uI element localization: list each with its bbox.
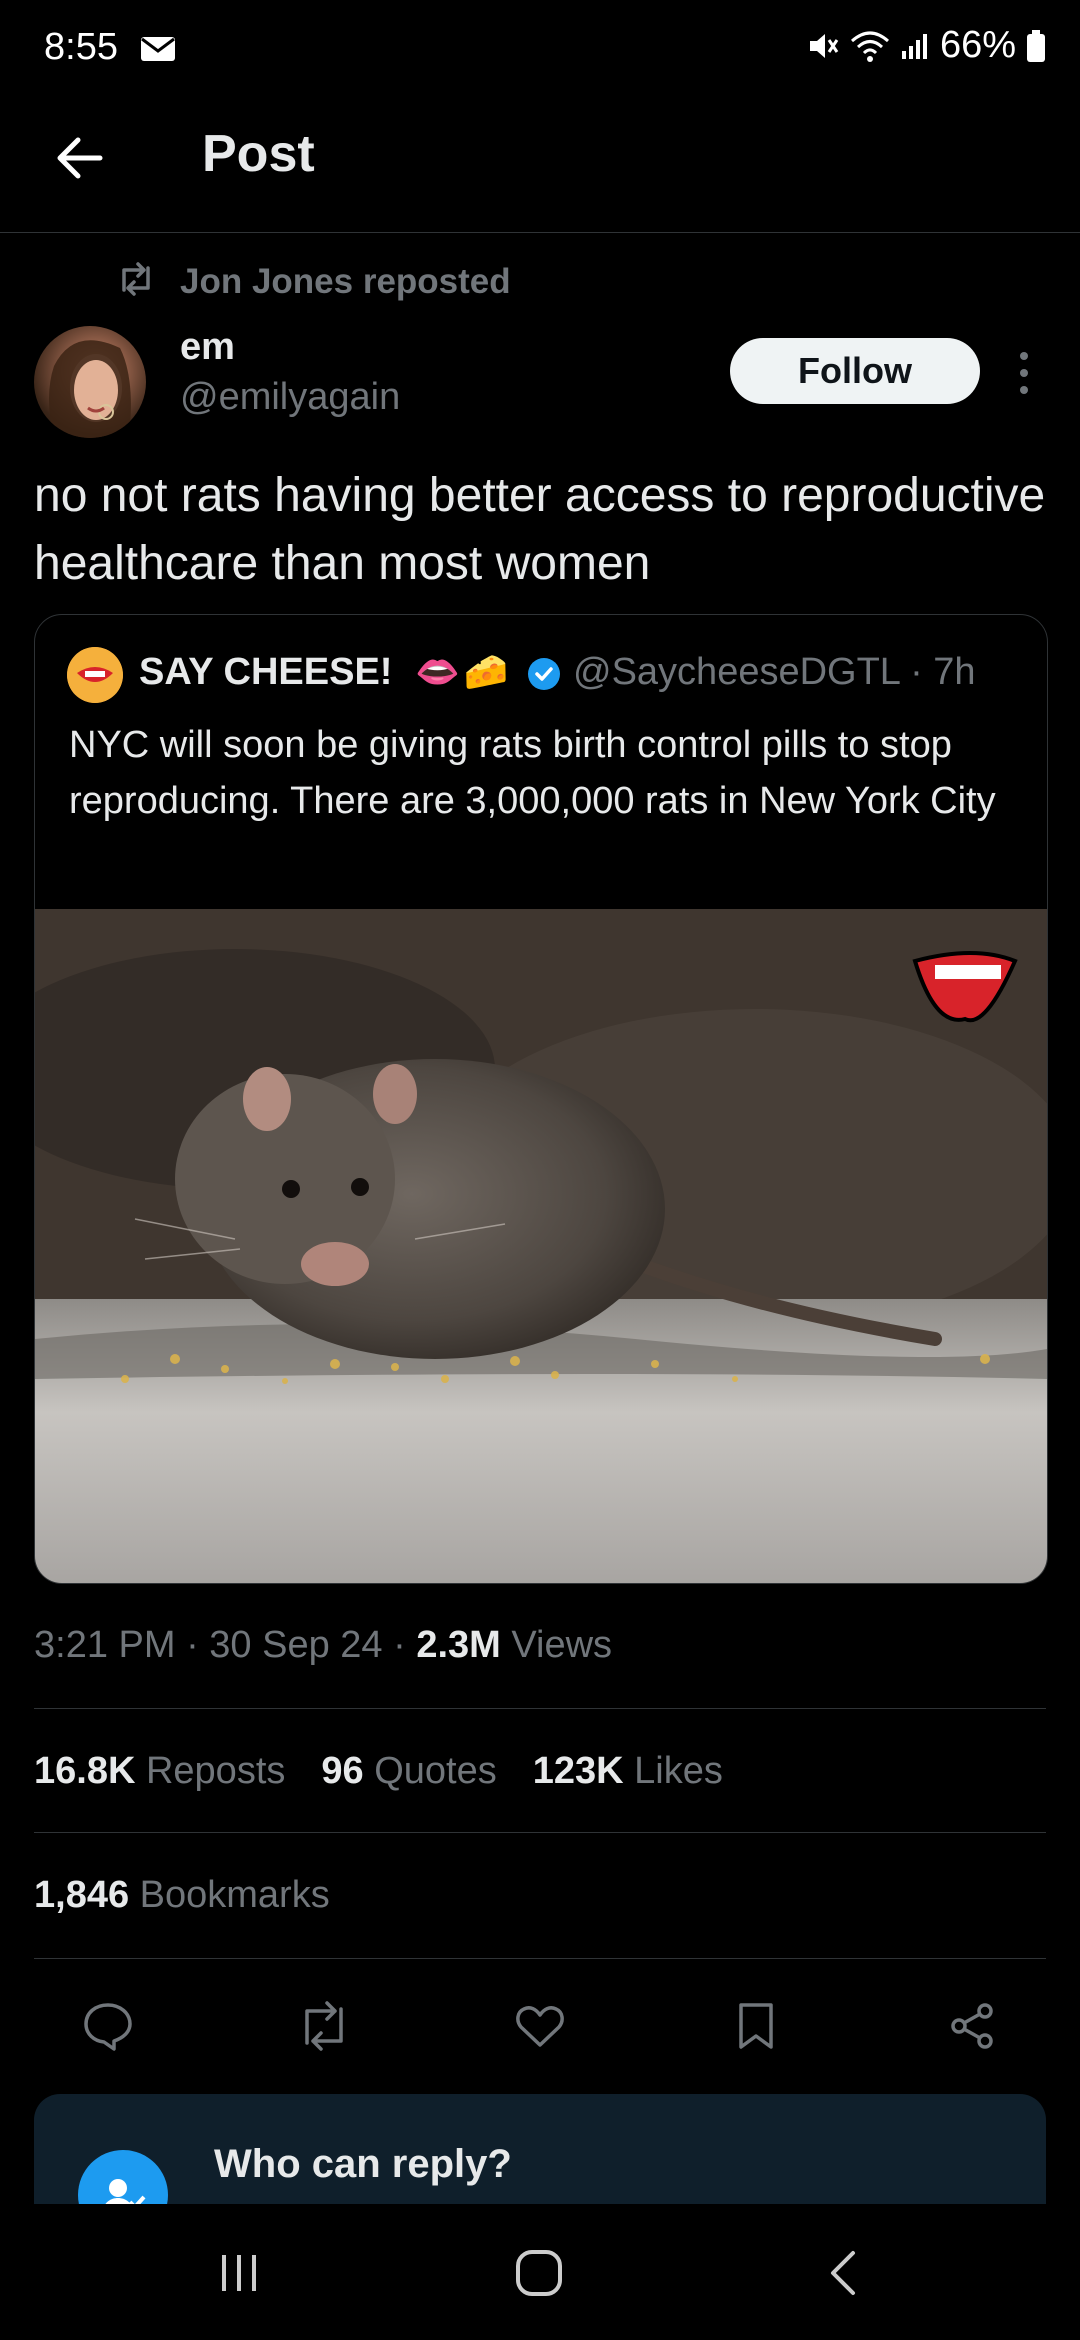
divider bbox=[34, 1708, 1046, 1709]
quoted-handle-time: @SaycheeseDGTL · 7h bbox=[573, 651, 976, 693]
bookmarks-stat[interactable]: 1,846 Bookmarks bbox=[34, 1874, 330, 1917]
bookmark-icon bbox=[739, 2003, 773, 2049]
quoted-post[interactable]: SAY CHEESE! 👄 🧀 @SaycheeseDGTL · 7h NYC … bbox=[34, 614, 1048, 1584]
home-button[interactable] bbox=[494, 2228, 584, 2318]
repost-indicator-icon bbox=[116, 262, 156, 296]
repost-button[interactable] bbox=[292, 1994, 356, 2058]
views-count: 2.3M bbox=[416, 1624, 501, 1666]
likes-label: Likes bbox=[634, 1750, 723, 1792]
quoted-avatar bbox=[67, 647, 123, 703]
home-icon bbox=[516, 2250, 562, 2296]
likes-count: 123K bbox=[532, 1750, 624, 1792]
rat-photo bbox=[35, 909, 1047, 1583]
system-back-button[interactable] bbox=[798, 2228, 888, 2318]
mail-icon bbox=[140, 36, 176, 62]
back-button[interactable] bbox=[50, 128, 110, 188]
divider bbox=[34, 1958, 1046, 1959]
quotes-stat[interactable]: 96 Quotes bbox=[321, 1750, 496, 1793]
action-bar bbox=[34, 1994, 1046, 2064]
recent-apps-icon bbox=[222, 2255, 256, 2291]
post-timestamp: 3:21 PM · 30 Sep 24 · 2.3M Views bbox=[34, 1624, 612, 1667]
author-name[interactable]: em bbox=[180, 326, 235, 369]
battery-icon bbox=[1026, 29, 1046, 63]
share-button[interactable] bbox=[940, 1994, 1004, 2058]
divider bbox=[34, 1832, 1046, 1833]
like-button[interactable] bbox=[508, 1994, 572, 2058]
quotes-label: Quotes bbox=[374, 1750, 497, 1792]
quoted-text: NYC will soon be giving rats birth contr… bbox=[69, 724, 996, 822]
reposts-label: Reposts bbox=[145, 1750, 286, 1792]
recent-apps-button[interactable] bbox=[194, 2228, 284, 2318]
share-icon bbox=[951, 2003, 993, 2049]
lips-emoji-icon: 👄 bbox=[415, 651, 460, 692]
bookmarks-label: Bookmarks bbox=[139, 1874, 330, 1916]
avatar[interactable] bbox=[34, 326, 146, 438]
repost-label[interactable]: Jon Jones reposted bbox=[180, 262, 511, 302]
status-time: 8:55 bbox=[44, 26, 118, 68]
more-options-icon[interactable] bbox=[1012, 350, 1036, 396]
quoted-author-name: SAY CHEESE! bbox=[139, 651, 393, 693]
bookmarks-count: 1,846 bbox=[34, 1874, 130, 1916]
engagement-stats: 16.8K Reposts 96 Quotes 123K Likes bbox=[34, 1750, 723, 1793]
post-time: 3:21 PM · 30 Sep 24 · bbox=[34, 1624, 417, 1666]
quoted-image[interactable] bbox=[35, 909, 1047, 1583]
cheese-emoji-icon: 🧀 bbox=[463, 651, 509, 692]
likes-stat[interactable]: 123K Likes bbox=[533, 1750, 723, 1793]
quoted-author-emojis: 👄 🧀 bbox=[415, 651, 509, 693]
author-handle[interactable]: @emilyagain bbox=[180, 376, 400, 419]
reply-button[interactable] bbox=[76, 1994, 140, 2058]
battery-percent: 66% bbox=[939, 24, 1016, 66]
reposts-count: 16.8K bbox=[34, 1750, 136, 1792]
page-title: Post bbox=[202, 125, 315, 183]
status-indicators: 66% bbox=[806, 24, 1046, 67]
who-can-reply-title: Who can reply? bbox=[214, 2142, 512, 2186]
quotes-count: 96 bbox=[321, 1750, 364, 1792]
reposts-stat[interactable]: 16.8K Reposts bbox=[34, 1750, 285, 1793]
bookmark-button[interactable] bbox=[724, 1994, 788, 2058]
avatar-photo bbox=[49, 340, 131, 438]
follow-button[interactable]: Follow bbox=[730, 338, 980, 404]
signal-icon bbox=[900, 31, 930, 61]
like-icon bbox=[516, 2006, 564, 2047]
views-label: Views bbox=[500, 1624, 613, 1666]
wifi-icon bbox=[850, 29, 890, 63]
mute-icon bbox=[806, 29, 840, 63]
verified-badge-icon bbox=[527, 657, 561, 691]
system-back-icon bbox=[831, 2251, 855, 2295]
top-bar bbox=[0, 100, 1080, 233]
reply-icon bbox=[84, 2003, 132, 2051]
back-arrow-icon bbox=[57, 137, 103, 179]
repost-icon bbox=[305, 2001, 343, 2051]
post-text: no not rats having better access to repr… bbox=[34, 469, 1046, 590]
